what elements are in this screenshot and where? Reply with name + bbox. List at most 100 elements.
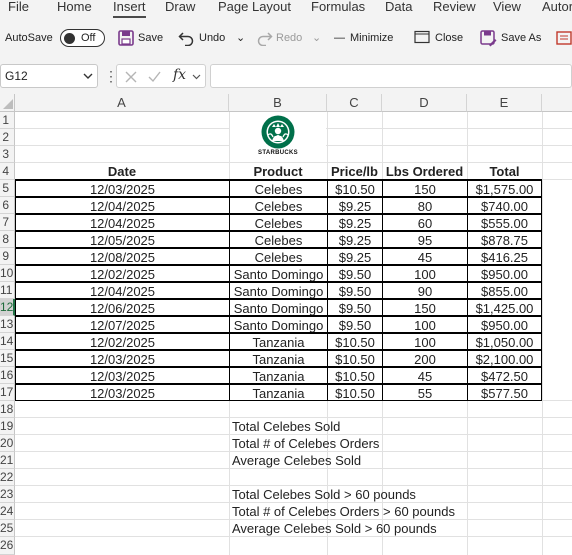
row-header[interactable]: 21 — [0, 452, 15, 469]
row-header[interactable]: 26 — [0, 537, 15, 555]
header-product[interactable]: Product — [229, 163, 327, 180]
save-button[interactable]: Save — [138, 28, 163, 48]
menu-formulas[interactable]: Formulas — [311, 0, 365, 18]
table-cell-product[interactable]: Tanzania — [229, 367, 328, 384]
formula-input[interactable] — [210, 64, 572, 88]
table-cell-price[interactable]: $9.50 — [327, 265, 383, 282]
table-cell-price[interactable]: $9.25 — [327, 248, 383, 265]
table-cell-lbs[interactable]: 90 — [382, 282, 468, 299]
menu-home[interactable]: Home — [57, 0, 92, 18]
row-header[interactable]: 8 — [0, 231, 15, 248]
fx-chevron-icon[interactable] — [192, 74, 201, 80]
table-cell-price[interactable]: $10.50 — [327, 367, 383, 384]
menu-review[interactable]: Review — [433, 0, 476, 18]
autosave-toggle[interactable]: Off — [60, 29, 105, 47]
redo-button[interactable]: Redo — [276, 28, 302, 48]
table-cell-lbs[interactable]: 55 — [382, 384, 468, 401]
table-cell-price[interactable]: $10.50 — [327, 384, 383, 401]
row-header[interactable]: 15 — [0, 350, 15, 367]
table-cell-product[interactable]: Tanzania — [229, 384, 328, 401]
menu-data[interactable]: Data — [385, 0, 412, 18]
row-header[interactable]: 5 — [0, 180, 15, 197]
starbucks-logo[interactable]: STARBUCKS — [230, 113, 326, 161]
row-header[interactable]: 17 — [0, 384, 15, 401]
table-cell-lbs[interactable]: 200 — [382, 350, 468, 367]
column-header-d[interactable]: D — [382, 94, 467, 112]
row-header[interactable]: 2 — [0, 129, 15, 146]
label-total-celebes-sold-over-60[interactable]: Total Celebes Sold > 60 pounds — [232, 486, 416, 503]
table-cell-total[interactable]: $878.75 — [467, 231, 542, 248]
row-header[interactable]: 23 — [0, 486, 15, 503]
table-cell-date[interactable]: 12/04/2025 — [15, 282, 230, 299]
menu-view[interactable]: View — [493, 0, 521, 18]
column-header-e[interactable]: E — [467, 94, 542, 112]
row-header[interactable]: 10 — [0, 265, 15, 282]
table-cell-price[interactable]: $10.50 — [327, 350, 383, 367]
table-cell-price[interactable]: $9.25 — [327, 214, 383, 231]
column-header-a[interactable]: A — [15, 94, 229, 112]
row-header[interactable]: 6 — [0, 197, 15, 214]
row-header[interactable]: 18 — [0, 401, 15, 418]
cancel-icon[interactable] — [125, 71, 137, 83]
table-cell-date[interactable]: 12/07/2025 — [15, 316, 230, 333]
close-button[interactable]: Close — [435, 28, 463, 48]
redo-dropdown-chevron-icon[interactable]: ⌄ — [312, 28, 321, 48]
row-header[interactable]: 25 — [0, 520, 15, 537]
table-cell-price[interactable]: $9.25 — [327, 197, 383, 214]
table-cell-product[interactable]: Santo Domingo — [229, 265, 328, 282]
undo-button[interactable]: Undo — [199, 28, 225, 48]
table-cell-date[interactable]: 12/03/2025 — [15, 384, 230, 401]
table-cell-date[interactable]: 12/04/2025 — [15, 214, 230, 231]
row-header[interactable]: 22 — [0, 469, 15, 486]
table-cell-total[interactable]: $1,050.00 — [467, 333, 542, 350]
minimize-button[interactable]: Minimize — [350, 28, 393, 48]
table-cell-product[interactable]: Celebes — [229, 214, 328, 231]
label-total-celebes-sold[interactable]: Total Celebes Sold — [232, 418, 340, 435]
table-cell-product[interactable]: Celebes — [229, 248, 328, 265]
name-box[interactable]: G12 — [0, 64, 98, 88]
table-cell-total[interactable]: $577.50 — [467, 384, 542, 401]
menu-page-layout[interactable]: Page Layout — [218, 0, 291, 18]
table-cell-date[interactable]: 12/02/2025 — [15, 265, 230, 282]
row-header[interactable]: 7 — [0, 214, 15, 231]
label-average-celebes-sold-over-60[interactable]: Average Celebes Sold > 60 pounds — [232, 520, 437, 537]
print-preview-icon[interactable] — [556, 30, 572, 51]
table-cell-total[interactable]: $950.00 — [467, 265, 542, 282]
table-cell-date[interactable]: 12/03/2025 — [15, 350, 230, 367]
table-cell-date[interactable]: 12/08/2025 — [15, 248, 230, 265]
header-total[interactable]: Total — [467, 163, 542, 180]
table-cell-price[interactable]: $10.50 — [327, 333, 383, 350]
table-cell-price[interactable]: $10.50 — [327, 180, 383, 197]
table-cell-date[interactable]: 12/02/2025 — [15, 333, 230, 350]
table-cell-product[interactable]: Santo Domingo — [229, 282, 328, 299]
row-header[interactable]: 16 — [0, 367, 15, 384]
table-cell-total[interactable]: $555.00 — [467, 214, 542, 231]
table-cell-product[interactable]: Tanzania — [229, 333, 328, 350]
row-header[interactable]: 4 — [0, 163, 15, 180]
table-cell-date[interactable]: 12/05/2025 — [15, 231, 230, 248]
table-cell-product[interactable]: Santo Domingo — [229, 299, 328, 316]
select-all-corner[interactable] — [0, 94, 15, 112]
label-total-celebes-orders[interactable]: Total # of Celebes Orders — [232, 435, 379, 452]
table-cell-product[interactable]: Santo Domingo — [229, 316, 328, 333]
table-cell-lbs[interactable]: 95 — [382, 231, 468, 248]
table-cell-price[interactable]: $9.25 — [327, 231, 383, 248]
table-cell-date[interactable]: 12/04/2025 — [15, 197, 230, 214]
row-header[interactable]: 24 — [0, 503, 15, 520]
row-header[interactable]: 14 — [0, 333, 15, 350]
table-cell-total[interactable]: $1,425.00 — [467, 299, 542, 316]
column-header-c[interactable]: C — [327, 94, 382, 112]
table-cell-product[interactable]: Celebes — [229, 231, 328, 248]
table-cell-product[interactable]: Celebes — [229, 197, 328, 214]
table-cell-price[interactable]: $9.50 — [327, 282, 383, 299]
worksheet-grid[interactable]: A B C D E 1 2 3 4 5 6 7 8 9 10 11 12 13 … — [0, 94, 572, 555]
table-cell-lbs[interactable]: 150 — [382, 180, 468, 197]
row-header[interactable]: 13 — [0, 316, 15, 333]
menu-file[interactable]: File — [8, 0, 29, 18]
label-average-celebes-sold[interactable]: Average Celebes Sold — [232, 452, 361, 469]
row-header[interactable]: 19 — [0, 418, 15, 435]
row-header[interactable]: 11 — [0, 282, 15, 299]
table-cell-lbs[interactable]: 60 — [382, 214, 468, 231]
column-header-f[interactable] — [542, 94, 572, 112]
save-as-button[interactable]: Save As — [501, 28, 541, 48]
